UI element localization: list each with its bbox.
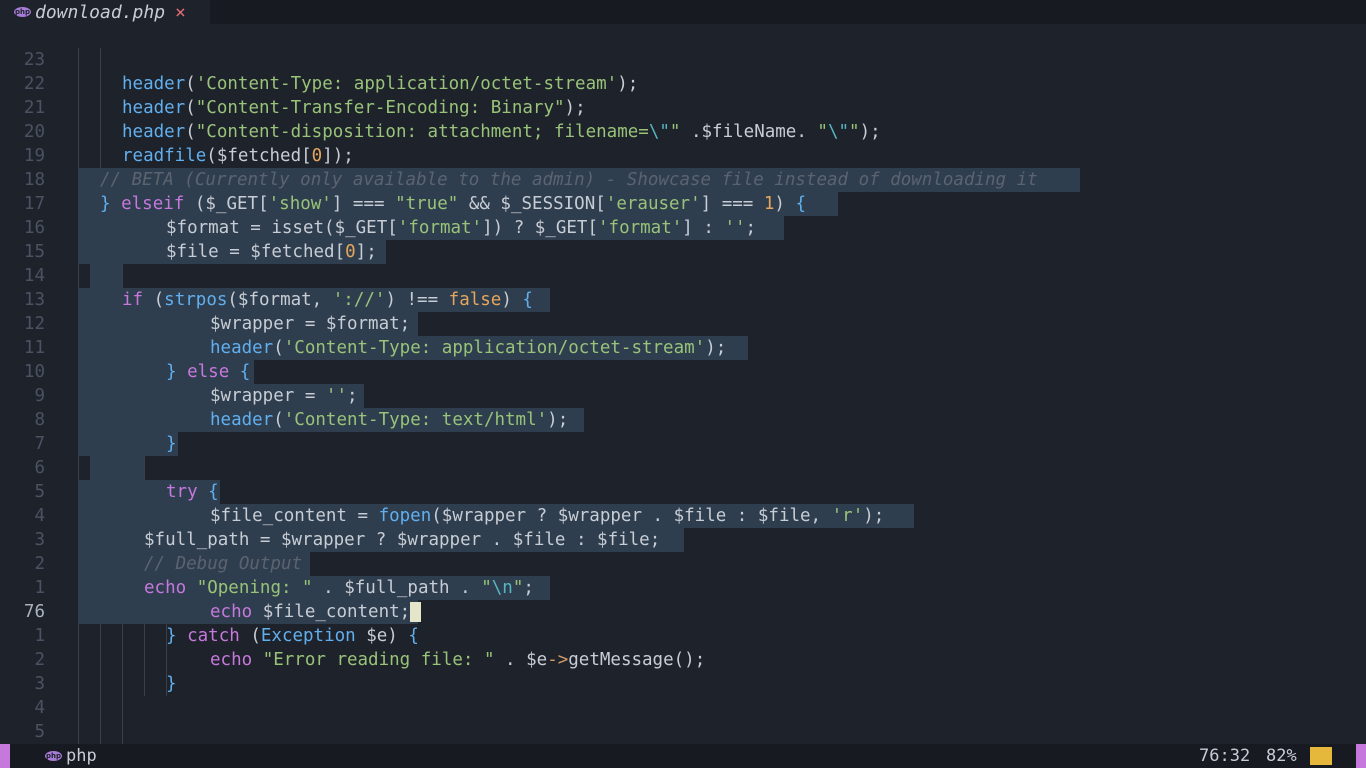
code-line: 8 header('Content-Type: text/html'); — [0, 408, 1366, 432]
line-number: 18 — [23, 170, 45, 190]
code-line: 14 — [0, 264, 1366, 288]
code-line: 4 $file_content = fopen($wrapper ? $wrap… — [0, 504, 1366, 528]
line-number: 3 — [34, 530, 45, 550]
line-number: 20 — [23, 122, 45, 142]
line-number: 5 — [34, 722, 45, 742]
scroll-percent: 82% — [1266, 746, 1297, 766]
code-line: 9 $wrapper = ''; — [0, 384, 1366, 408]
tab-download-php[interactable]: php download.php × — [0, 0, 210, 24]
line-number: 21 — [23, 98, 45, 118]
line-number: 13 — [23, 290, 45, 310]
code-line: 23 — [0, 48, 1366, 72]
code-line: 10 } else { — [0, 360, 1366, 384]
code-line: 4 — [0, 696, 1366, 720]
php-icon: php — [45, 751, 62, 761]
line-number: 23 — [23, 50, 45, 70]
code-line: 5 — [0, 720, 1366, 744]
selection-highlight — [78, 432, 178, 456]
code-line: 22 header('Content-Type: application/oct… — [0, 72, 1366, 96]
cursor-position: 76:32 — [1199, 746, 1251, 766]
line-number: 7 — [34, 434, 45, 454]
code-line: 19 readfile($fetched[0]); — [0, 144, 1366, 168]
code-line: 21 header("Content-Transfer-Encoding: Bi… — [0, 96, 1366, 120]
line-number: 3 — [34, 674, 45, 694]
code-line: 2 // Debug Output — [0, 552, 1366, 576]
code-line: 7 } — [0, 432, 1366, 456]
line-number: 2 — [34, 650, 45, 670]
selection-highlight — [90, 264, 122, 288]
mode-indicator-right — [1356, 744, 1366, 768]
code-line: 13 if (strpos($format, '://') !== false)… — [0, 288, 1366, 312]
language-label: php — [66, 746, 97, 766]
php-file-icon: php — [14, 7, 31, 17]
line-number: 10 — [23, 362, 45, 382]
code-line: 5 try { — [0, 480, 1366, 504]
code-line: 15 $file = $fetched[0]; — [0, 240, 1366, 264]
line-number: 9 — [34, 386, 45, 406]
line-number: 8 — [34, 410, 45, 430]
line-number: 12 — [23, 314, 45, 334]
code-editor[interactable]: 23 22 header('Content-Type: application/… — [0, 48, 1366, 744]
current-line: 76 echo $file_content; — [0, 600, 1366, 624]
line-number: 5 — [34, 482, 45, 502]
code-line: 12 $wrapper = $format; — [0, 312, 1366, 336]
line-number: 1 — [34, 626, 45, 646]
code-line: 1 } catch (Exception $e) { — [0, 624, 1366, 648]
line-number: 6 — [34, 458, 45, 478]
line-number: 16 — [23, 218, 45, 238]
line-number: 19 — [23, 146, 45, 166]
code-line: 3 } — [0, 672, 1366, 696]
mode-indicator — [1310, 747, 1332, 765]
line-number: 4 — [34, 506, 45, 526]
language-indicator[interactable]: php php — [45, 744, 97, 768]
selection-highlight — [90, 456, 144, 480]
text-cursor — [410, 602, 421, 622]
code-line: 17 } elseif ($_GET['show'] === "true" &&… — [0, 192, 1366, 216]
line-number: 15 — [23, 242, 45, 262]
tab-title: download.php — [35, 1, 166, 23]
line-number: 1 — [34, 578, 45, 598]
code-line: 20 header("Content-disposition: attachme… — [0, 120, 1366, 144]
line-number: 2 — [34, 554, 45, 574]
close-icon[interactable]: × — [175, 2, 186, 23]
code-line: 16 $format = isset($_GET['format']) ? $_… — [0, 216, 1366, 240]
mode-indicator-left — [0, 744, 10, 768]
code-line: 3 $full_path = $wrapper ? $wrapper . $fi… — [0, 528, 1366, 552]
status-bar: php php 76:32 82% — [0, 744, 1366, 768]
code-line: 11 header('Content-Type: application/oct… — [0, 336, 1366, 360]
line-number: 4 — [34, 698, 45, 718]
code-line: 6 — [0, 456, 1366, 480]
code-line: 2 echo "Error reading file: " . $e->getM… — [0, 648, 1366, 672]
code-line: 18 // BETA (Currently only available to … — [0, 168, 1366, 192]
line-number: 14 — [23, 266, 45, 286]
line-number: 11 — [23, 338, 45, 358]
line-number: 22 — [23, 74, 45, 94]
code-line: 1 echo "Opening: " . $full_path . "\n"; — [0, 576, 1366, 600]
current-line-number: 76 — [23, 602, 45, 622]
tab-bar: php download.php × — [0, 0, 1366, 24]
line-number: 17 — [23, 194, 45, 214]
